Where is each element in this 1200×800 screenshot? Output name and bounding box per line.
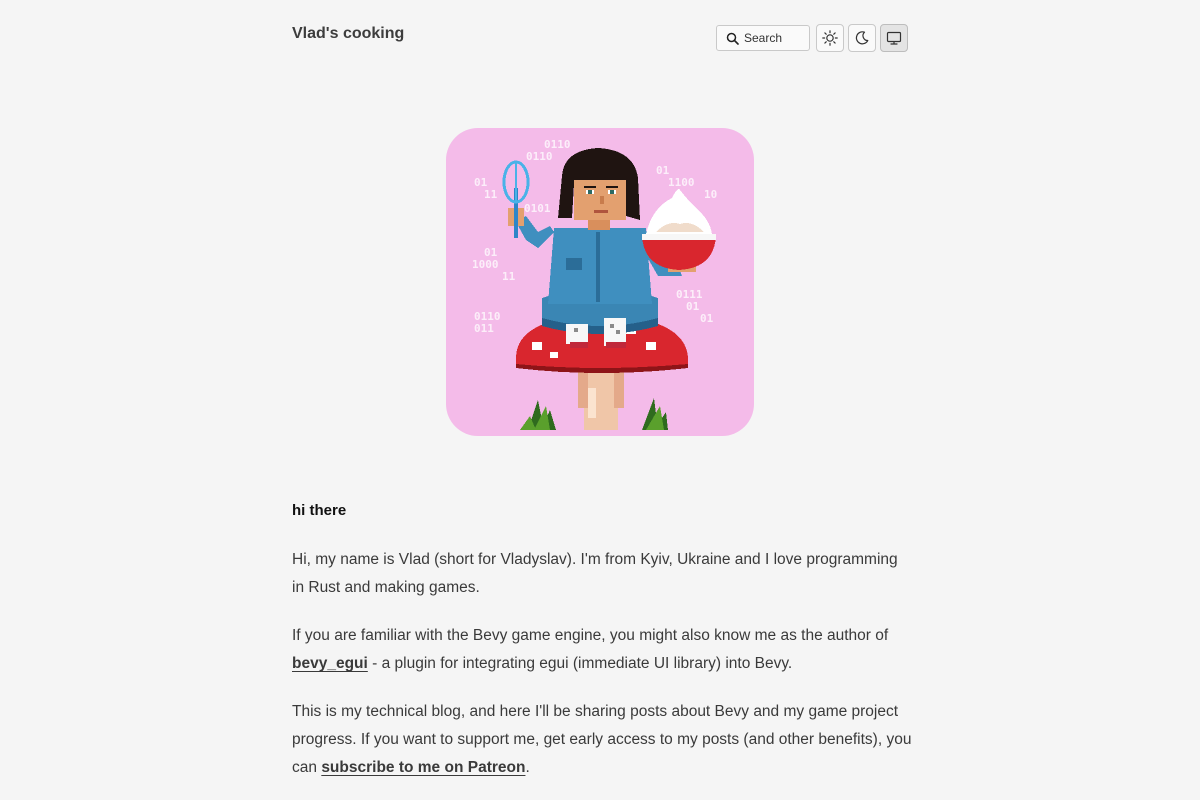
binary-glyph: 11: [502, 270, 516, 283]
system-theme-button[interactable]: [880, 24, 908, 52]
site-header: Vlad's cooking Search: [292, 22, 908, 54]
binary-glyph: 0110: [526, 150, 553, 163]
intro-paragraph-1: Hi, my name is Vlad (short for Vladyslav…: [292, 551, 898, 596]
header-controls: Search: [716, 24, 908, 52]
intro-section: hi there Hi, my name is Vlad (short for …: [292, 498, 912, 800]
moon-icon: [855, 31, 869, 45]
sun-icon: [822, 30, 838, 46]
binary-glyph: 01: [700, 312, 714, 325]
binary-glyph: 10: [704, 188, 717, 201]
intro-paragraph-2-tail: - a plugin for integrating egui (immedia…: [367, 655, 793, 672]
patreon-link[interactable]: subscribe to me on Patreon: [321, 759, 525, 776]
bevy-egui-link[interactable]: bevy_egui: [292, 655, 368, 672]
binary-glyph: 1100: [668, 176, 695, 189]
search-button[interactable]: Search: [716, 25, 810, 51]
intro-paragraph-3-tail: .: [525, 759, 530, 776]
search-label: Search: [744, 31, 783, 45]
binary-glyph: 011: [474, 322, 494, 335]
search-icon: [726, 32, 739, 45]
binary-glyph: 0101: [524, 202, 551, 215]
dark-theme-button[interactable]: [848, 24, 876, 52]
light-theme-button[interactable]: [816, 24, 844, 52]
binary-glyph: 11: [484, 188, 498, 201]
intro-paragraph-3: This is my technical blog, and here I'll…: [292, 698, 912, 782]
pixel-art-avatar: 0110 0110 01 11 0101 01 1100 10 01 1000 …: [472, 138, 717, 430]
intro-paragraph-2: If you are familiar with the Bevy game e…: [292, 622, 912, 678]
binary-glyph: 01: [686, 300, 700, 313]
intro-paragraph-2-text: If you are familiar with the Bevy game e…: [292, 627, 889, 644]
page: Vlad's cooking Search 0110 0110 01 11 01…: [0, 0, 1200, 800]
avatar: 0110 0110 01 11 0101 01 1100 10 01 1000 …: [446, 128, 754, 436]
binary-glyph: 1000: [472, 258, 499, 271]
site-title-link[interactable]: Vlad's cooking: [292, 25, 404, 43]
monitor-icon: [886, 31, 902, 45]
intro-heading: hi there: [292, 502, 347, 519]
